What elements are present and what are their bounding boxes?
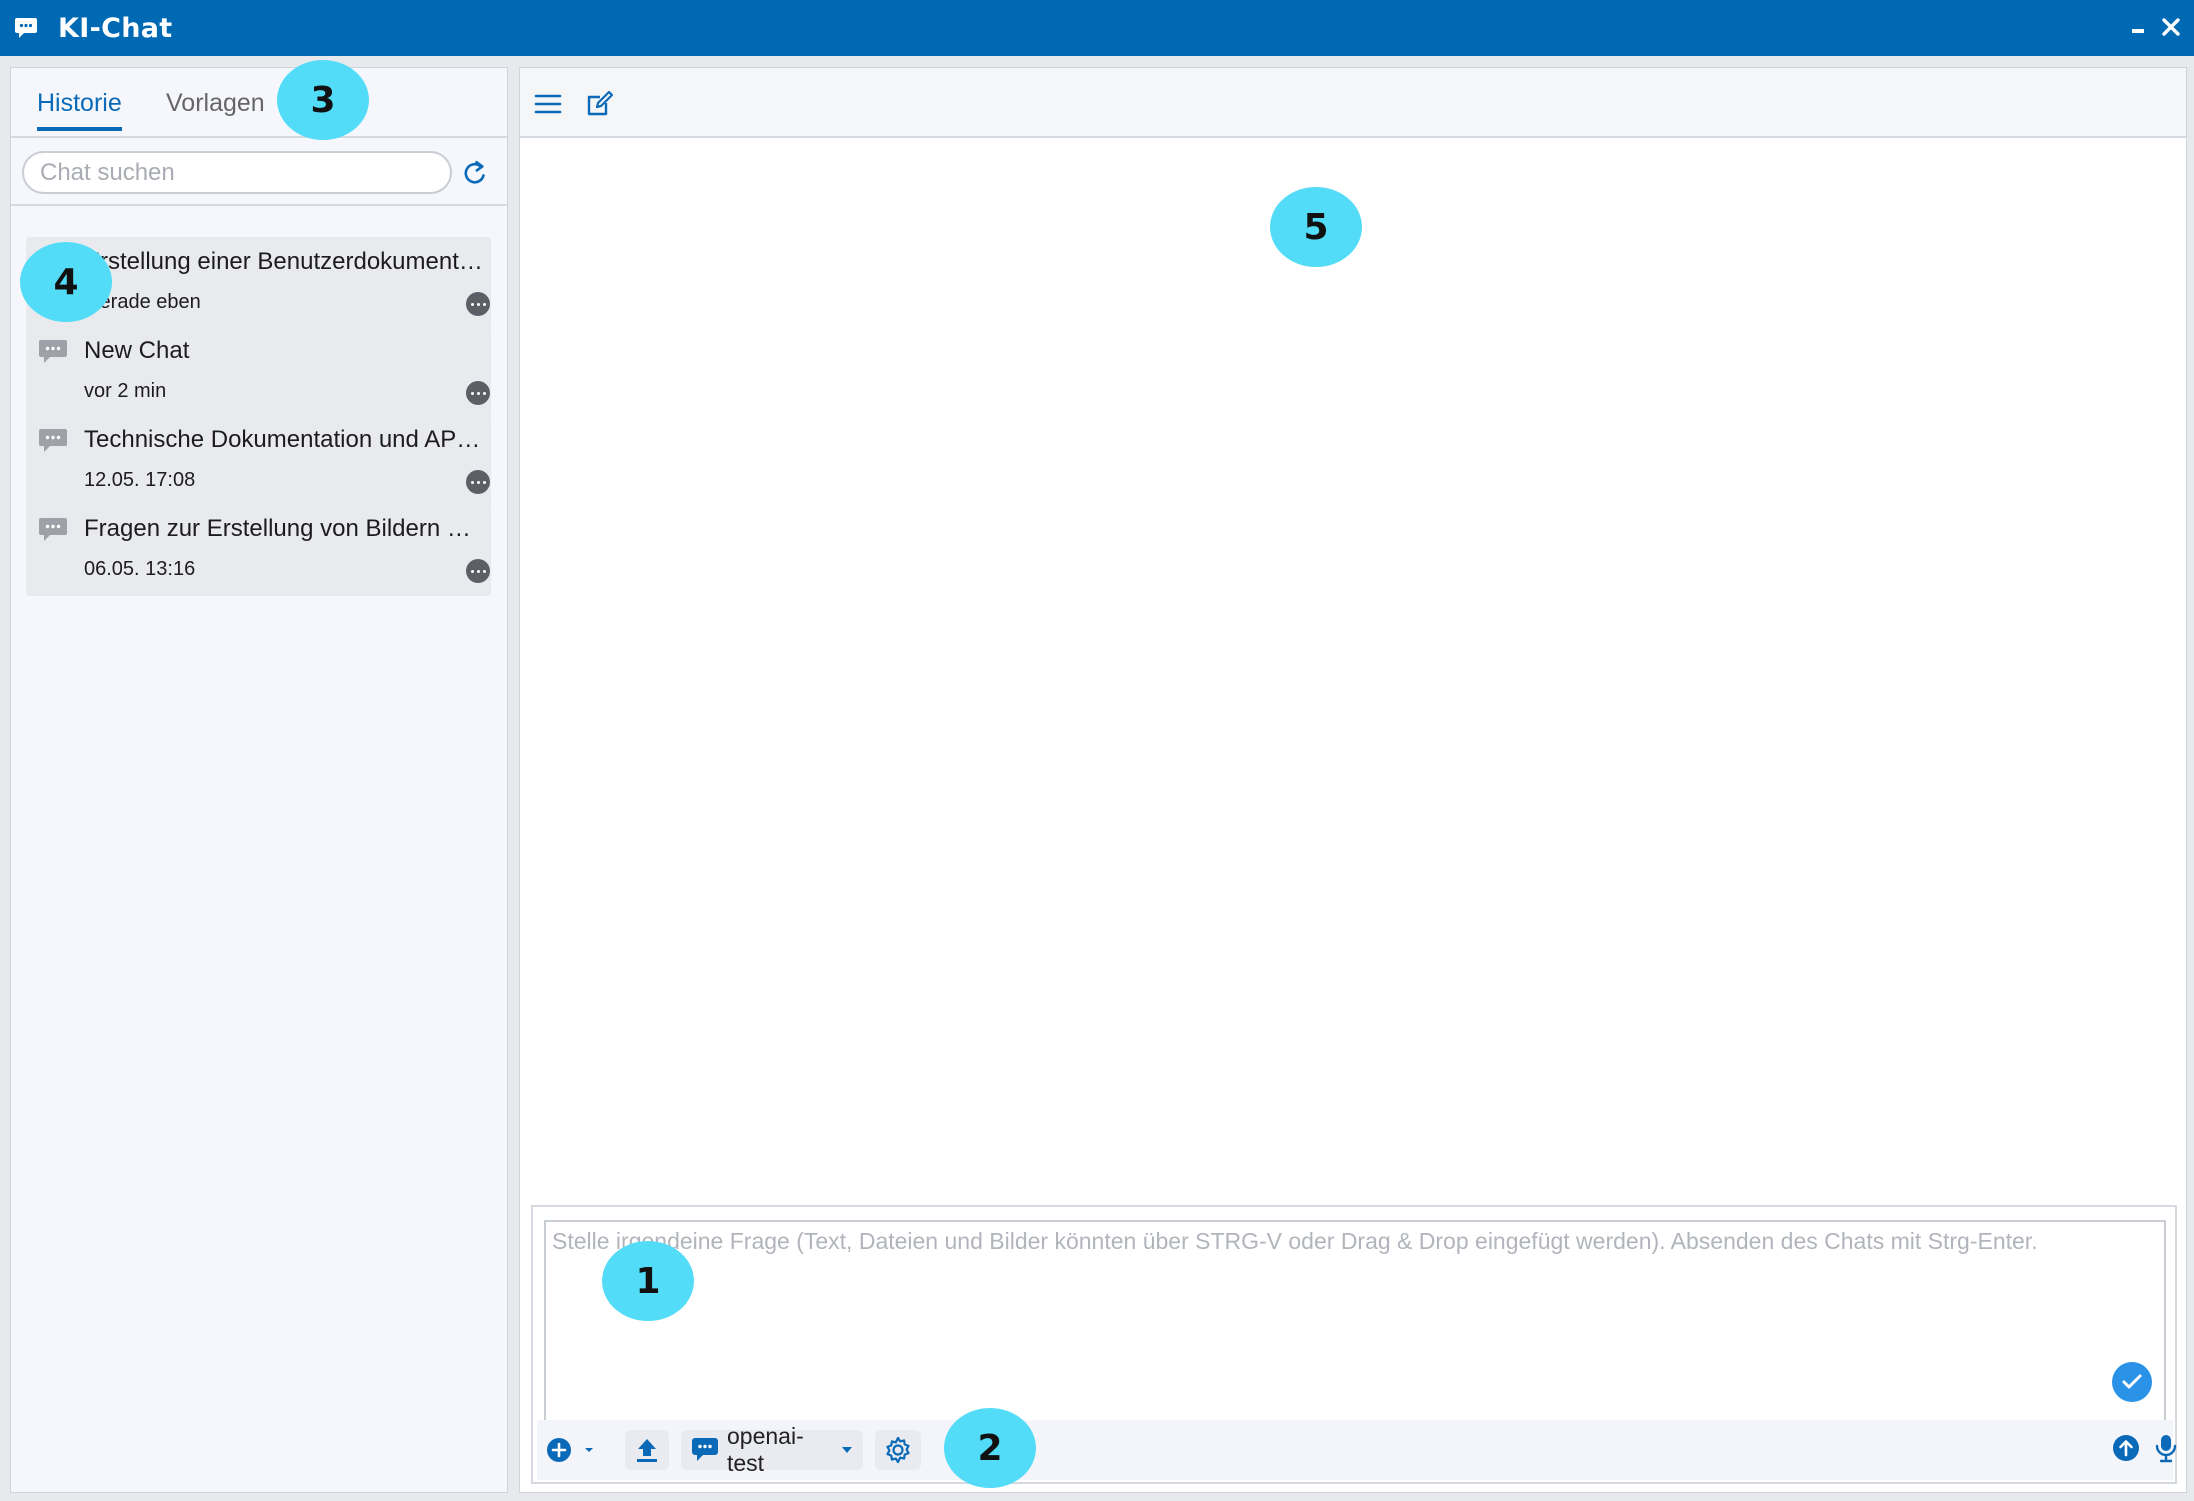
chevron-down-icon bbox=[841, 1446, 853, 1454]
refresh-icon[interactable] bbox=[455, 153, 495, 193]
title-bar: KI-Chat bbox=[0, 0, 2194, 56]
composer-toolbar: openai-test bbox=[537, 1420, 2177, 1480]
chat-timestamp: 06.05. 13:16 bbox=[84, 558, 196, 580]
chat-timestamp: vor 2 min bbox=[84, 380, 167, 402]
model-selector[interactable]: openai-test bbox=[681, 1423, 863, 1476]
chat-title: Fragen zur Erstellung von Bildern mit KI bbox=[84, 515, 484, 542]
close-icon[interactable] bbox=[2158, 14, 2184, 40]
more-options-icon[interactable] bbox=[466, 470, 490, 494]
microphone-icon[interactable] bbox=[2145, 1428, 2187, 1468]
tab-historie[interactable]: Historie bbox=[37, 89, 122, 131]
chat-list-item[interactable]: New Chat vor 2 min bbox=[26, 326, 491, 418]
upload-icon[interactable] bbox=[625, 1430, 669, 1470]
hamburger-menu-icon[interactable] bbox=[532, 88, 564, 120]
minimize-icon[interactable] bbox=[2125, 14, 2151, 40]
model-label: openai-test bbox=[727, 1423, 804, 1476]
callout-badge: 1 bbox=[602, 1241, 694, 1321]
send-arrow-icon[interactable] bbox=[2105, 1428, 2147, 1468]
edit-icon[interactable] bbox=[584, 88, 616, 120]
chat-bubble-icon bbox=[38, 339, 68, 365]
chat-bubble-icon bbox=[691, 1437, 719, 1463]
callout-badge: 2 bbox=[944, 1408, 1036, 1488]
chat-bubble-icon bbox=[14, 17, 40, 39]
sidebar-tabs: Historie Vorlagen bbox=[11, 68, 507, 138]
add-attachment-button[interactable] bbox=[545, 1430, 601, 1470]
prompt-input[interactable] bbox=[544, 1220, 2166, 1420]
settings-gear-icon[interactable] bbox=[875, 1430, 921, 1470]
tab-vorlagen[interactable]: Vorlagen bbox=[166, 89, 265, 118]
more-options-icon[interactable] bbox=[466, 559, 490, 583]
callout-badge: 4 bbox=[20, 242, 112, 322]
chat-title: Erstellung einer Benutzerdokumentation bbox=[84, 248, 484, 275]
chat-search-input[interactable] bbox=[22, 151, 452, 194]
more-options-icon[interactable] bbox=[466, 292, 490, 316]
chat-list-item[interactable]: Technische Dokumentation und API-Referen… bbox=[26, 415, 491, 507]
message-composer: openai-test bbox=[531, 1205, 2177, 1484]
more-options-icon[interactable] bbox=[466, 381, 490, 405]
callout-badge: 3 bbox=[277, 60, 369, 140]
chat-bubble-icon bbox=[38, 428, 68, 454]
chat-bubble-icon bbox=[38, 517, 68, 543]
check-icon[interactable] bbox=[2112, 1362, 2152, 1402]
chat-title: Technische Dokumentation und API-Referen… bbox=[84, 426, 484, 453]
chat-title: New Chat bbox=[84, 337, 190, 364]
search-row bbox=[11, 138, 507, 206]
chat-toolbar bbox=[520, 68, 2186, 138]
callout-badge: 5 bbox=[1270, 187, 1362, 267]
window-title: KI-Chat bbox=[58, 12, 173, 44]
chat-timestamp: 12.05. 17:08 bbox=[84, 469, 196, 491]
chat-main-panel: openai-test bbox=[519, 67, 2187, 1493]
chat-list-item[interactable]: Fragen zur Erstellung von Bildern mit KI… bbox=[26, 504, 491, 596]
